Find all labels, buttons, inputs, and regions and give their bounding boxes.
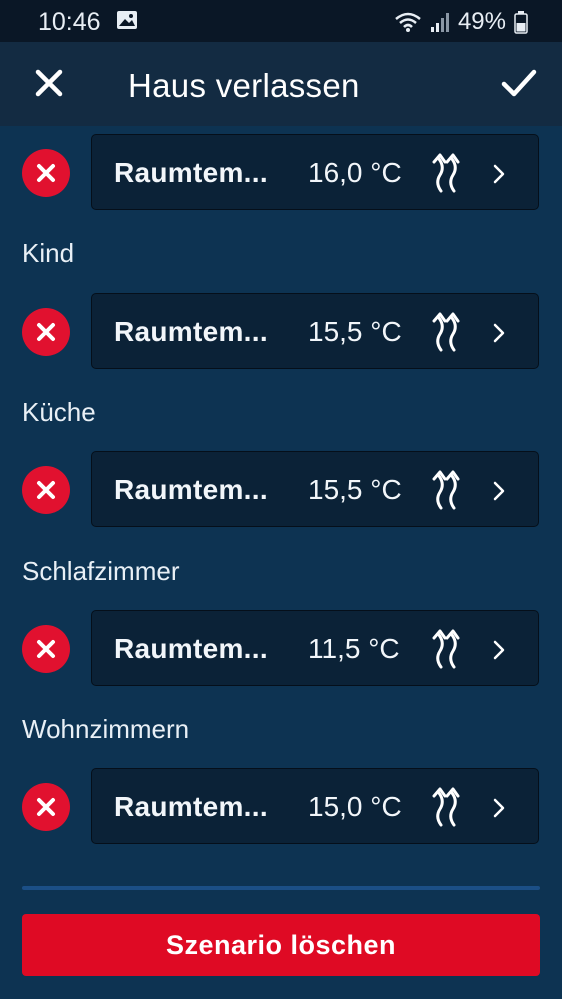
card-label: Raumtem... — [114, 791, 268, 822]
page-title: Haus verlassen — [128, 67, 360, 104]
signal-icon — [430, 13, 449, 32]
battery-icon — [514, 11, 528, 34]
delete-scenario-button[interactable]: Szenario löschen — [22, 914, 540, 976]
remove-entry-button[interactable] — [22, 783, 70, 831]
battery-percent: 49% — [457, 8, 506, 35]
scenario-entry-list: Raumtem... 16,0 °C Kind Raumtem... 15,5 … — [0, 126, 562, 906]
room-label: Wohnzimmern — [22, 714, 190, 744]
room-label: Kind — [22, 238, 75, 268]
chevron-right-icon — [493, 798, 505, 818]
chevron-right-icon — [493, 481, 505, 501]
status-bar: 10:46 49% — [0, 0, 562, 42]
list-item: Raumtem... 15,5 °C — [0, 451, 562, 529]
card-label: Raumtem... — [114, 633, 268, 664]
remove-entry-button[interactable] — [22, 308, 70, 356]
remove-entry-button[interactable] — [22, 149, 70, 197]
heating-icon — [432, 787, 460, 827]
room-label: Küche — [22, 397, 96, 427]
card-label: Raumtem... — [114, 316, 268, 347]
card-temperature: 15,5 °C — [308, 474, 402, 505]
chevron-right-icon — [493, 640, 505, 660]
remove-entry-button[interactable] — [22, 625, 70, 673]
check-icon[interactable] — [500, 66, 538, 100]
remove-icon — [37, 323, 55, 341]
chevron-right-icon — [493, 323, 505, 343]
wifi-icon — [395, 12, 421, 32]
remove-icon — [37, 164, 55, 182]
heating-icon — [432, 470, 460, 510]
temperature-card[interactable]: Raumtem... 15,5 °C — [91, 451, 539, 527]
heating-icon — [432, 312, 460, 352]
heating-icon — [432, 629, 460, 669]
remove-icon — [37, 798, 55, 816]
card-label: Raumtem... — [114, 474, 268, 505]
status-time: 10:46 — [38, 8, 101, 36]
status-right: 49% — [394, 8, 528, 36]
image-icon — [117, 11, 137, 29]
chevron-right-icon — [493, 164, 505, 184]
remove-entry-button[interactable] — [22, 466, 70, 514]
card-temperature: 15,5 °C — [308, 316, 402, 347]
card-temperature: 11,5 °C — [308, 633, 400, 664]
remove-icon — [37, 481, 55, 499]
list-item: Raumtem... 15,5 °C — [0, 293, 562, 371]
temperature-card[interactable]: Raumtem... 15,5 °C — [91, 293, 539, 369]
app-bar: Haus verlassen — [0, 42, 562, 126]
list-item: Raumtem... 11,5 °C — [0, 610, 562, 688]
room-label: Schlafzimmer — [22, 556, 180, 586]
card-temperature: 16,0 °C — [308, 157, 402, 188]
list-item: Raumtem... 15,0 °C — [0, 768, 562, 846]
divider — [22, 886, 540, 890]
list-item: Raumtem... 16,0 °C — [0, 134, 562, 212]
card-label: Raumtem... — [114, 157, 268, 188]
close-icon[interactable] — [32, 66, 66, 100]
temperature-card[interactable]: Raumtem... 15,0 °C — [91, 768, 539, 844]
remove-icon — [37, 640, 55, 658]
heating-icon — [432, 153, 460, 193]
card-temperature: 15,0 °C — [308, 791, 402, 822]
temperature-card[interactable]: Raumtem... 16,0 °C — [91, 134, 539, 210]
temperature-card[interactable]: Raumtem... 11,5 °C — [91, 610, 539, 686]
